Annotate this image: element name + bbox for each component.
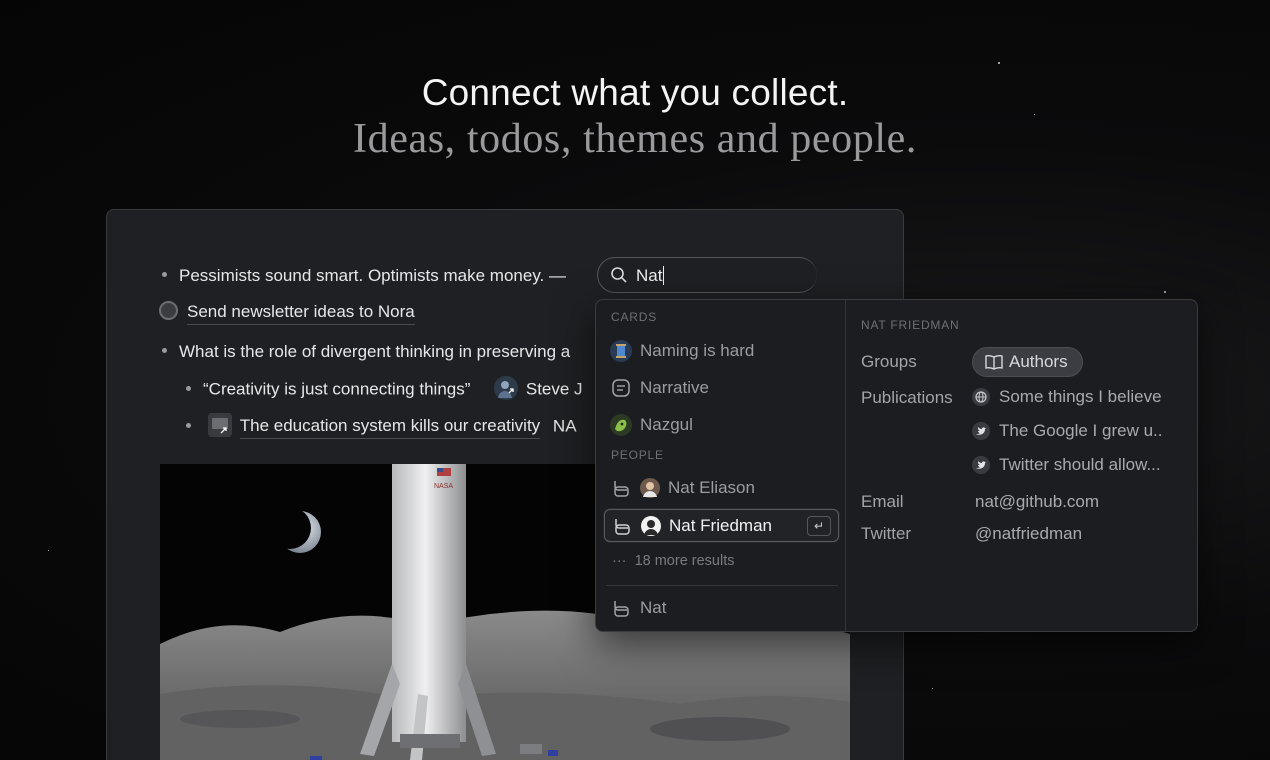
result-person-nat-eliason[interactable]: Nat Eliason [610, 473, 755, 503]
page-title: Connect what you collect. [421, 72, 849, 113]
avatar [640, 478, 660, 498]
star [48, 550, 49, 551]
list-item[interactable]: “Creativity is just connecting things” S… [186, 376, 583, 402]
todo-text: Send newsletter ideas to Nora [187, 302, 415, 325]
email-value[interactable]: nat@github.com [975, 492, 1099, 512]
publication-item[interactable]: The Google I grew u.. [971, 421, 1162, 441]
create-person-option[interactable]: Nat [610, 593, 666, 623]
todo-item[interactable]: Send newsletter ideas to Nora [159, 301, 415, 325]
create-label: Nat [640, 598, 667, 617]
search-query: Nat [636, 266, 665, 286]
avatar [641, 515, 661, 536]
list-item-text: “Creativity is just connecting things” [203, 379, 471, 399]
result-card-nazgul[interactable]: Nazgul [610, 410, 693, 440]
result-label: Narrative [640, 378, 709, 397]
publication-item[interactable]: Some things I believe [971, 387, 1162, 407]
person-avatar-icon [493, 376, 518, 400]
svg-text:NASA: NASA [434, 483, 453, 490]
result-person-nat-friedman[interactable]: Nat Friedman ↵ [604, 509, 839, 542]
search-input[interactable]: Nat [597, 257, 817, 293]
person-link-icon [611, 515, 633, 537]
enter-key-icon: ↵ [807, 516, 831, 536]
result-label: Nazgul [640, 415, 693, 434]
bullet-icon [162, 272, 167, 278]
globe-icon [971, 387, 991, 407]
publication-title: The Google I grew u.. [999, 421, 1163, 440]
person-detail-panel: NAT FRIEDMAN Groups Authors Publications… [847, 300, 1199, 631]
search-query-text: Nat [636, 266, 663, 285]
search-icon [610, 266, 628, 289]
twitter-label: Twitter [861, 524, 912, 543]
star [1164, 291, 1166, 293]
star [998, 62, 1000, 64]
more-results-label: 18 more results [634, 553, 735, 569]
list-item-text: The education system kills our creativit… [239, 416, 541, 440]
detail-title: NAT FRIEDMAN [861, 318, 960, 332]
text-caret [663, 266, 665, 286]
list-item[interactable]: Pessimists sound smart. Optimists make m… [162, 266, 566, 286]
tag-text[interactable]: NA [553, 416, 577, 435]
spool-icon [610, 340, 632, 362]
star [932, 688, 933, 689]
list-item[interactable]: The education system kills our creativit… [186, 413, 577, 440]
result-label: Nat Eliason [668, 478, 755, 497]
publication-item[interactable]: Twitter should allow... [971, 455, 1161, 475]
bullet-icon [186, 385, 191, 391]
bullet-icon [162, 348, 167, 354]
more-results-link[interactable]: ··· 18 more results [612, 553, 735, 569]
result-label: Nat Friedman [669, 515, 772, 535]
bullet-icon [186, 422, 191, 428]
group-label: Authors [1009, 352, 1068, 371]
twitter-icon [971, 421, 991, 441]
section-label-people: PEOPLE [611, 448, 664, 462]
publications-label: Publications [861, 388, 953, 407]
page-subtitle: Ideas, todos, themes and people. [353, 116, 917, 162]
list-item-text: What is the role of divergent thinking i… [179, 342, 571, 361]
person-link-icon [610, 597, 632, 619]
list-item-text: Pessimists sound smart. Optimists make m… [179, 266, 567, 285]
twitter-icon [971, 455, 991, 475]
results-list: CARDS Naming is hard Narrative Nazgul PE… [596, 300, 846, 631]
ellipsis-icon: ··· [612, 553, 627, 569]
person-link-icon [610, 477, 632, 499]
search-results-dropdown: CARDS Naming is hard Narrative Nazgul PE… [595, 299, 1198, 632]
section-label-cards: CARDS [611, 310, 658, 324]
publication-title: Some things I believe [999, 387, 1162, 406]
email-label: Email [861, 492, 904, 511]
list-item[interactable]: What is the role of divergent thinking i… [162, 342, 570, 362]
video-thumbnail-icon [207, 413, 232, 437]
group-tag-authors[interactable]: Authors [972, 347, 1083, 377]
checkbox[interactable] [159, 301, 178, 321]
person-tag[interactable]: Steve J [526, 379, 583, 398]
result-label: Naming is hard [640, 341, 755, 360]
book-icon [985, 354, 1003, 370]
document-icon [610, 377, 632, 399]
groups-label: Groups [861, 352, 917, 371]
result-card-narrative[interactable]: Narrative [610, 373, 709, 403]
result-card-naming[interactable]: Naming is hard [610, 336, 754, 366]
twitter-handle[interactable]: @natfriedman [975, 524, 1082, 544]
nazgul-icon [610, 414, 632, 436]
publication-title: Twitter should allow... [999, 455, 1161, 474]
divider [606, 585, 838, 586]
